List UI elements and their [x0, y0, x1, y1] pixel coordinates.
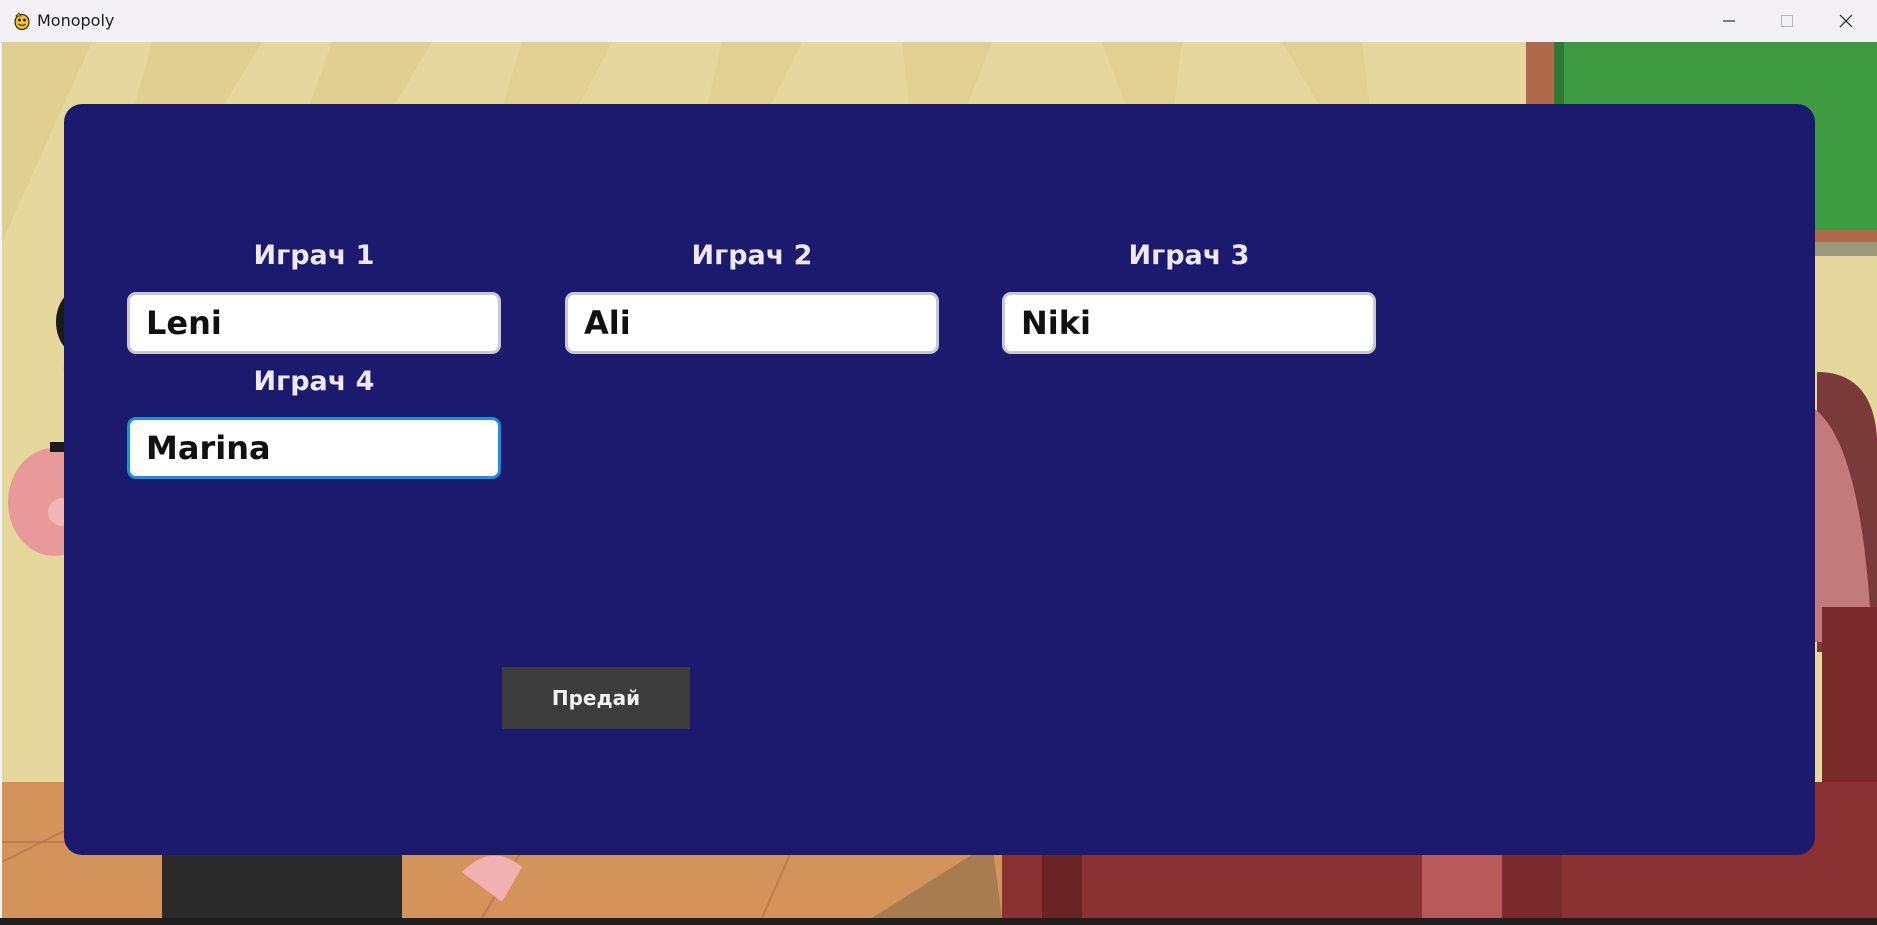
minimize-button[interactable] — [1700, 0, 1758, 42]
player-2-name-input[interactable]: Ali — [565, 292, 939, 354]
submit-button[interactable]: Предай — [502, 667, 690, 729]
player-1-name-input[interactable]: Leni — [127, 292, 501, 354]
title-bar[interactable]: Monopoly — [0, 0, 1877, 43]
taskbar-edge — [0, 918, 1877, 925]
python-icon — [12, 11, 32, 31]
player-setup-panel: Играч 1 Leni Играч 2 Ali Играч 3 Niki Иг… — [64, 104, 1815, 855]
window-title: Monopoly — [37, 11, 115, 30]
app-window: Monopoly Играч 1 Leni Играч 2 Ali Играч … — [0, 0, 1877, 925]
player-3-name-input[interactable]: Niki — [1002, 292, 1376, 354]
player-2-label: Играч 2 — [691, 240, 813, 271]
player-3-label: Играч 3 — [1128, 240, 1250, 271]
close-button[interactable] — [1817, 0, 1875, 42]
player-4-label: Играч 4 — [253, 366, 375, 397]
maximize-icon — [1781, 15, 1793, 27]
maximize-button[interactable] — [1758, 0, 1816, 42]
minimize-icon — [1723, 20, 1735, 22]
player-4-name-input[interactable]: Marina — [127, 417, 501, 479]
player-1-label: Играч 1 — [253, 240, 375, 271]
close-icon — [1839, 14, 1853, 28]
